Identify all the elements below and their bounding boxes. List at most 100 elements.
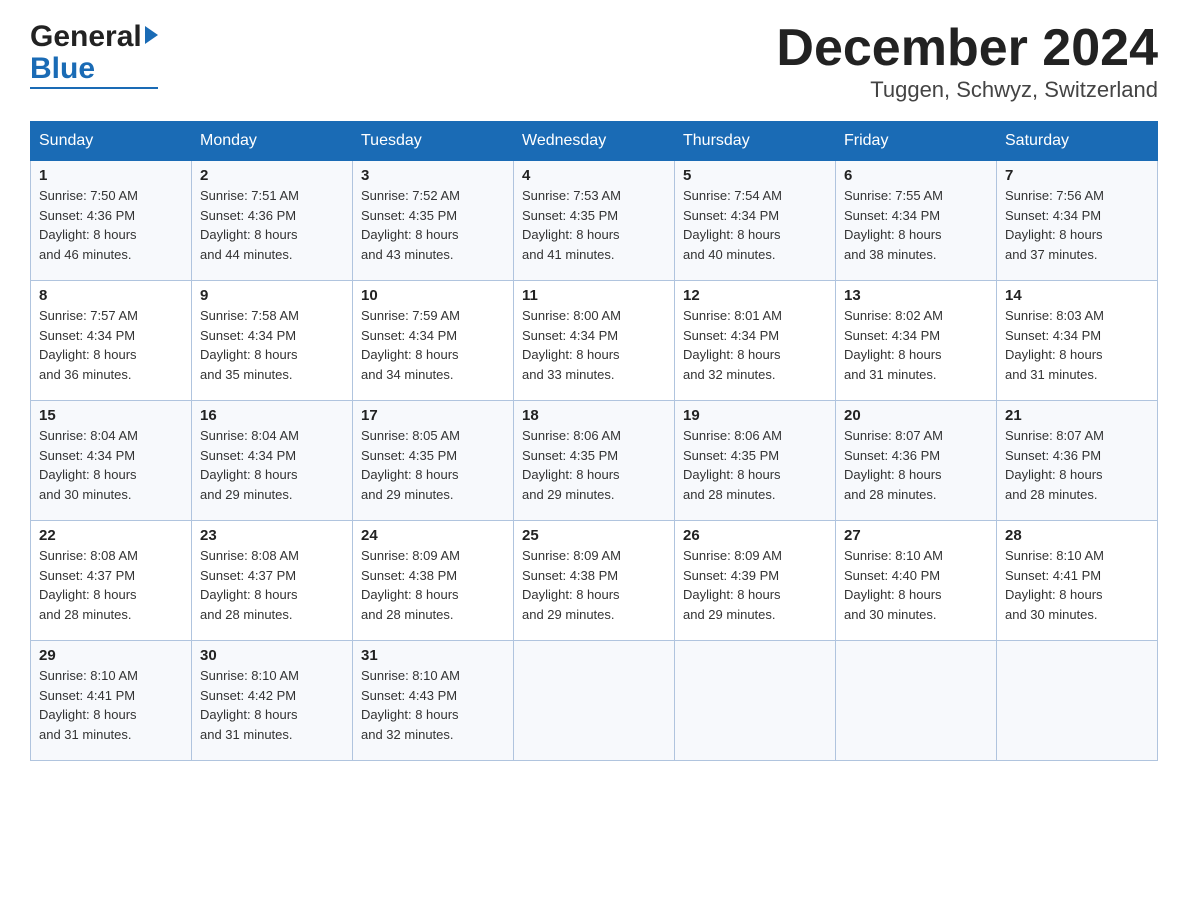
day-number: 15 xyxy=(39,407,183,424)
calendar-cell xyxy=(675,641,836,761)
calendar-cell: 15 Sunrise: 8:04 AMSunset: 4:34 PMDayligh… xyxy=(31,401,192,521)
day-number: 20 xyxy=(844,407,988,424)
calendar-cell: 5 Sunrise: 7:54 AMSunset: 4:34 PMDaylight… xyxy=(675,161,836,281)
col-header-wednesday: Wednesday xyxy=(514,122,675,161)
calendar-cell: 28Sunrise: 8:10 AMSunset: 4:41 PMDayligh… xyxy=(997,521,1158,641)
day-number: 11 xyxy=(522,287,666,304)
day-number: 14 xyxy=(1005,287,1149,304)
day-number: 18 xyxy=(522,407,666,424)
day-number: 24 xyxy=(361,527,505,544)
day-number: 3 xyxy=(361,167,505,184)
day-info: Sunrise: 8:09 AMSunset: 4:38 PMDaylight:… xyxy=(522,546,666,624)
calendar-cell xyxy=(836,641,997,761)
calendar-cell: 16Sunrise: 8:04 AMSunset: 4:34 PMDayligh… xyxy=(192,401,353,521)
calendar-cell: 3 Sunrise: 7:52 AMSunset: 4:35 PMDaylight… xyxy=(353,161,514,281)
day-number: 27 xyxy=(844,527,988,544)
day-number: 19 xyxy=(683,407,827,424)
day-info: Sunrise: 7:58 AMSunset: 4:34 PMDaylight:… xyxy=(200,306,344,384)
calendar-cell: 19Sunrise: 8:06 AMSunset: 4:35 PMDayligh… xyxy=(675,401,836,521)
day-info: Sunrise: 8:10 AMSunset: 4:43 PMDaylight:… xyxy=(361,666,505,744)
day-number: 17 xyxy=(361,407,505,424)
day-info: Sunrise: 7:50 AMSunset: 4:36 PMDaylight:… xyxy=(39,186,183,264)
day-info: Sunrise: 8:09 AMSunset: 4:38 PMDaylight:… xyxy=(361,546,505,624)
calendar-cell: 1Sunrise: 7:50 AMSunset: 4:36 PMDaylight… xyxy=(31,161,192,281)
calendar-week-row: 15 Sunrise: 8:04 AMSunset: 4:34 PMDayligh… xyxy=(31,401,1158,521)
day-number: 28 xyxy=(1005,527,1149,544)
calendar-cell: 10 Sunrise: 7:59 AMSunset: 4:34 PMDayligh… xyxy=(353,281,514,401)
calendar-cell: 18 Sunrise: 8:06 AMSunset: 4:35 PMDayligh… xyxy=(514,401,675,521)
day-number: 31 xyxy=(361,647,505,664)
calendar-cell: 31 Sunrise: 8:10 AMSunset: 4:43 PMDayligh… xyxy=(353,641,514,761)
logo: General Blue xyxy=(30,20,158,89)
day-number: 22 xyxy=(39,527,183,544)
day-info: Sunrise: 8:08 AMSunset: 4:37 PMDaylight:… xyxy=(39,546,183,624)
calendar-cell: 24 Sunrise: 8:09 AMSunset: 4:38 PMDayligh… xyxy=(353,521,514,641)
day-info: Sunrise: 8:05 AMSunset: 4:35 PMDaylight:… xyxy=(361,426,505,504)
col-header-saturday: Saturday xyxy=(997,122,1158,161)
day-number: 12 xyxy=(683,287,827,304)
day-info: Sunrise: 8:01 AMSunset: 4:34 PMDaylight:… xyxy=(683,306,827,384)
day-number: 30 xyxy=(200,647,344,664)
calendar-cell: 8 Sunrise: 7:57 AMSunset: 4:34 PMDaylight… xyxy=(31,281,192,401)
day-number: 29 xyxy=(39,647,183,664)
calendar-cell: 26Sunrise: 8:09 AMSunset: 4:39 PMDayligh… xyxy=(675,521,836,641)
day-number: 21 xyxy=(1005,407,1149,424)
calendar-cell: 21Sunrise: 8:07 AMSunset: 4:36 PMDayligh… xyxy=(997,401,1158,521)
page-header: General Blue December 2024 Tuggen, Schwy… xyxy=(30,20,1158,103)
page-subtitle: Tuggen, Schwyz, Switzerland xyxy=(776,77,1158,103)
day-number: 25 xyxy=(522,527,666,544)
day-info: Sunrise: 8:07 AMSunset: 4:36 PMDaylight:… xyxy=(844,426,988,504)
day-number: 5 xyxy=(683,167,827,184)
col-header-tuesday: Tuesday xyxy=(353,122,514,161)
day-number: 13 xyxy=(844,287,988,304)
day-info: Sunrise: 7:55 AMSunset: 4:34 PMDaylight:… xyxy=(844,186,988,264)
day-info: Sunrise: 8:10 AMSunset: 4:41 PMDaylight:… xyxy=(39,666,183,744)
calendar-cell xyxy=(997,641,1158,761)
calendar-cell: 14 Sunrise: 8:03 AMSunset: 4:34 PMDayligh… xyxy=(997,281,1158,401)
day-info: Sunrise: 8:10 AMSunset: 4:42 PMDaylight:… xyxy=(200,666,344,744)
calendar-table: SundayMondayTuesdayWednesdayThursdayFrid… xyxy=(30,121,1158,761)
day-number: 4 xyxy=(522,167,666,184)
col-header-thursday: Thursday xyxy=(675,122,836,161)
calendar-cell: 20 Sunrise: 8:07 AMSunset: 4:36 PMDayligh… xyxy=(836,401,997,521)
day-number: 9 xyxy=(200,287,344,304)
calendar-cell: 6Sunrise: 7:55 AMSunset: 4:34 PMDaylight… xyxy=(836,161,997,281)
day-info: Sunrise: 8:10 AMSunset: 4:40 PMDaylight:… xyxy=(844,546,988,624)
calendar-cell: 29 Sunrise: 8:10 AMSunset: 4:41 PMDayligh… xyxy=(31,641,192,761)
day-info: Sunrise: 7:54 AMSunset: 4:34 PMDaylight:… xyxy=(683,186,827,264)
calendar-cell: 7 Sunrise: 7:56 AMSunset: 4:34 PMDaylight… xyxy=(997,161,1158,281)
col-header-monday: Monday xyxy=(192,122,353,161)
day-info: Sunrise: 7:56 AMSunset: 4:34 PMDaylight:… xyxy=(1005,186,1149,264)
logo-triangle-icon xyxy=(145,26,158,44)
day-number: 23 xyxy=(200,527,344,544)
calendar-cell: 25 Sunrise: 8:09 AMSunset: 4:38 PMDayligh… xyxy=(514,521,675,641)
calendar-cell xyxy=(514,641,675,761)
day-info: Sunrise: 7:52 AMSunset: 4:35 PMDaylight:… xyxy=(361,186,505,264)
day-number: 7 xyxy=(1005,167,1149,184)
day-info: Sunrise: 7:59 AMSunset: 4:34 PMDaylight:… xyxy=(361,306,505,384)
calendar-cell: 9 Sunrise: 7:58 AMSunset: 4:34 PMDaylight… xyxy=(192,281,353,401)
day-info: Sunrise: 8:04 AMSunset: 4:34 PMDaylight:… xyxy=(39,426,183,504)
calendar-week-row: 29 Sunrise: 8:10 AMSunset: 4:41 PMDayligh… xyxy=(31,641,1158,761)
calendar-week-row: 22 Sunrise: 8:08 AMSunset: 4:37 PMDayligh… xyxy=(31,521,1158,641)
col-header-sunday: Sunday xyxy=(31,122,192,161)
day-number: 16 xyxy=(200,407,344,424)
day-info: Sunrise: 7:53 AMSunset: 4:35 PMDaylight:… xyxy=(522,186,666,264)
calendar-cell: 30 Sunrise: 8:10 AMSunset: 4:42 PMDayligh… xyxy=(192,641,353,761)
page-title: December 2024 xyxy=(776,20,1158,77)
title-block: December 2024 Tuggen, Schwyz, Switzerlan… xyxy=(776,20,1158,103)
day-info: Sunrise: 8:06 AMSunset: 4:35 PMDaylight:… xyxy=(522,426,666,504)
calendar-header-row: SundayMondayTuesdayWednesdayThursdayFrid… xyxy=(31,122,1158,161)
day-number: 26 xyxy=(683,527,827,544)
day-number: 8 xyxy=(39,287,183,304)
calendar-cell: 22 Sunrise: 8:08 AMSunset: 4:37 PMDayligh… xyxy=(31,521,192,641)
col-header-friday: Friday xyxy=(836,122,997,161)
logo-blue-text: Blue xyxy=(30,52,95,86)
day-number: 2 xyxy=(200,167,344,184)
logo-underline xyxy=(30,87,158,89)
calendar-cell: 4 Sunrise: 7:53 AMSunset: 4:35 PMDaylight… xyxy=(514,161,675,281)
day-info: Sunrise: 8:03 AMSunset: 4:34 PMDaylight:… xyxy=(1005,306,1149,384)
day-info: Sunrise: 7:57 AMSunset: 4:34 PMDaylight:… xyxy=(39,306,183,384)
day-number: 10 xyxy=(361,287,505,304)
calendar-week-row: 8 Sunrise: 7:57 AMSunset: 4:34 PMDaylight… xyxy=(31,281,1158,401)
